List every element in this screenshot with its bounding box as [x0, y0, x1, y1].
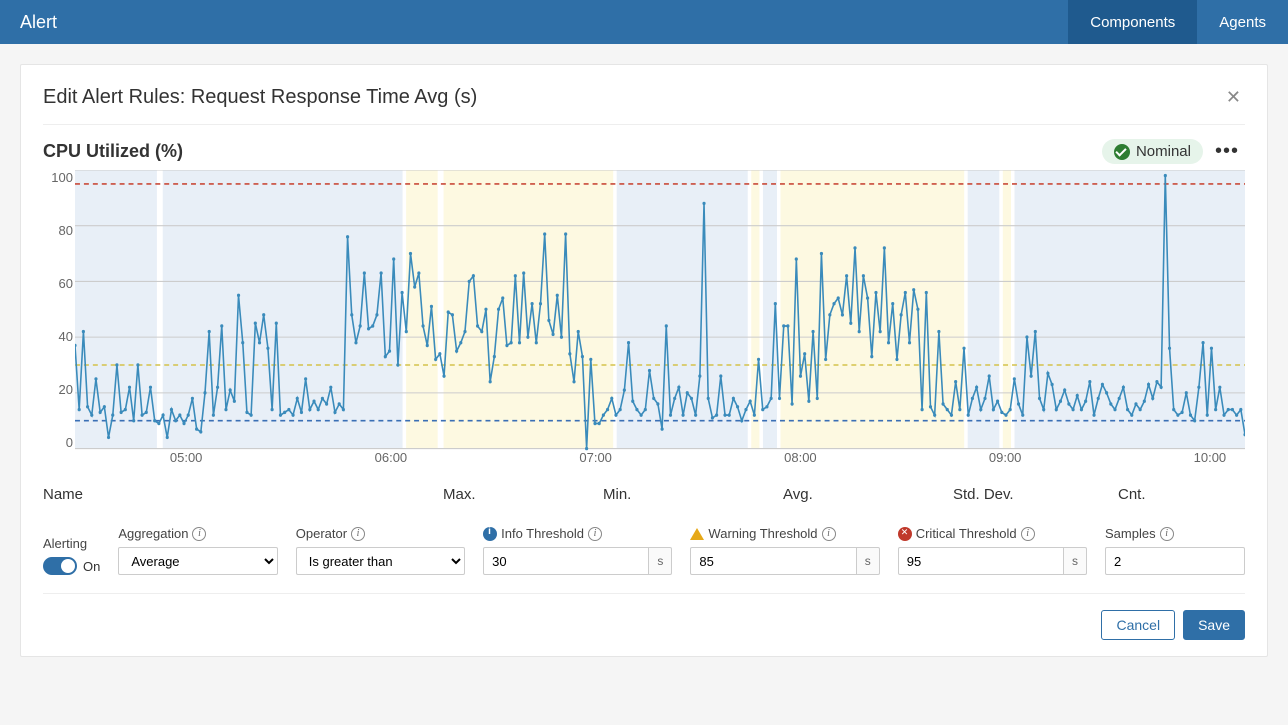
alert-form: Alerting On Aggregation i Average Operato… [43, 526, 1245, 594]
operator-group: Operator i Is greater than [296, 526, 465, 575]
panel-header: Edit Alert Rules: Request Response Time … [43, 83, 1245, 125]
tab-components[interactable]: Components [1068, 0, 1197, 44]
chart-area: 100 80 60 40 20 0 05:0006:0007:0008:0009… [75, 170, 1245, 470]
page-title: Alert [20, 0, 1068, 44]
summary-col-max: Max. [443, 486, 476, 503]
info-threshold-label: Info Threshold [501, 526, 584, 541]
warn-threshold-group: Warning Threshold i s [690, 526, 879, 575]
unit-label: s [857, 547, 880, 575]
close-icon[interactable]: ✕ [1222, 83, 1245, 112]
top-bar: Alert Components Agents [0, 0, 1288, 44]
warning-triangle-icon [690, 528, 704, 540]
info-icon[interactable]: i [1160, 527, 1174, 541]
aggregation-group: Aggregation i Average [118, 526, 277, 575]
panel-title: Edit Alert Rules: Request Response Time … [43, 86, 477, 109]
line-chart [75, 170, 1245, 470]
alerting-label: Alerting [43, 536, 100, 551]
alerting-state: On [83, 559, 100, 574]
status-badge: Nominal [1102, 139, 1203, 164]
info-icon[interactable]: i [1021, 527, 1035, 541]
warn-threshold-label: Warning Threshold [708, 526, 817, 541]
crit-threshold-group: Critical Threshold i s [898, 526, 1087, 575]
info-icon[interactable]: i [822, 527, 836, 541]
summary-headers: Name Max. Min. Avg. Std. Dev. Cnt. [43, 486, 1245, 508]
summary-col-cnt: Cnt. [1118, 486, 1146, 503]
top-tabs: Components Agents [1068, 0, 1288, 44]
aggregation-label: Aggregation [118, 526, 188, 541]
save-button[interactable]: Save [1183, 610, 1245, 640]
cancel-button[interactable]: Cancel [1101, 610, 1175, 640]
unit-label: s [649, 547, 672, 575]
alerting-toggle[interactable] [43, 557, 77, 575]
aggregation-select[interactable]: Average [118, 547, 277, 575]
check-icon [1114, 144, 1130, 160]
info-threshold-group: Info Threshold i s [483, 526, 672, 575]
chart-title: CPU Utilized (%) [43, 141, 183, 162]
critical-x-icon [898, 527, 912, 541]
samples-group: Samples i [1105, 526, 1245, 575]
info-icon[interactable]: i [192, 527, 206, 541]
status-label: Nominal [1136, 143, 1191, 160]
x-axis-labels: 05:0006:0007:0008:0009:0010:00 [75, 450, 1245, 470]
info-dot-icon [483, 527, 497, 541]
footer-actions: Cancel Save [43, 610, 1245, 640]
warn-threshold-input[interactable] [690, 547, 856, 575]
samples-input[interactable] [1105, 547, 1245, 575]
operator-label: Operator [296, 526, 347, 541]
info-threshold-input[interactable] [483, 547, 649, 575]
crit-threshold-input[interactable] [898, 547, 1064, 575]
summary-col-stddev: Std. Dev. [953, 486, 1014, 503]
chart-header: CPU Utilized (%) Nominal ••• [43, 139, 1245, 164]
more-icon[interactable]: ••• [1203, 140, 1245, 163]
alerting-group: Alerting On [43, 536, 100, 575]
y-axis-labels: 100 80 60 40 20 0 [43, 170, 73, 450]
operator-select[interactable]: Is greater than [296, 547, 465, 575]
crit-threshold-label: Critical Threshold [916, 526, 1017, 541]
tab-agents[interactable]: Agents [1197, 0, 1288, 44]
edit-alert-panel: Edit Alert Rules: Request Response Time … [20, 64, 1268, 657]
info-icon[interactable]: i [351, 527, 365, 541]
info-icon[interactable]: i [588, 527, 602, 541]
unit-label: s [1064, 547, 1087, 575]
summary-col-avg: Avg. [783, 486, 813, 503]
summary-col-min: Min. [603, 486, 631, 503]
samples-label: Samples [1105, 526, 1156, 541]
summary-col-name: Name [43, 486, 83, 503]
